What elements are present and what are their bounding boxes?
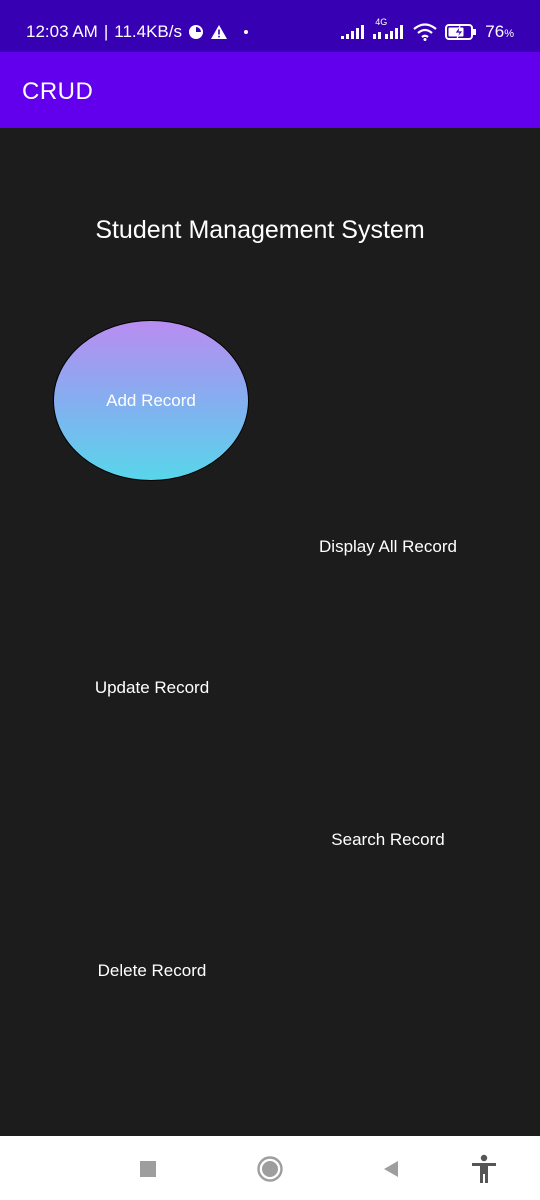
- network-speed: 11.4KB/s: [114, 22, 182, 41]
- main-content: Student Management System Add Record Dis…: [0, 128, 540, 1136]
- search-record-button[interactable]: Search Record: [300, 827, 476, 853]
- status-left: 12:03 AM | 11.4KB/s: [26, 22, 248, 42]
- page-heading: Student Management System: [95, 216, 425, 244]
- battery-level: 76%: [485, 22, 514, 42]
- update-record-button[interactable]: Update Record: [60, 675, 244, 701]
- battery-percent-suffix: %: [504, 28, 514, 40]
- app-title: CRUD: [22, 78, 94, 105]
- dot-icon: [243, 30, 248, 34]
- home-icon[interactable]: [255, 1154, 285, 1184]
- add-record-button[interactable]: Add Record: [53, 320, 249, 481]
- signal-4g-icon: 4G: [373, 17, 405, 39]
- accessibility-icon[interactable]: [469, 1154, 499, 1184]
- back-icon[interactable]: [376, 1154, 406, 1184]
- signal-icon: [341, 25, 365, 39]
- status-right: 4G 76%: [341, 17, 514, 42]
- status-time: 12:03 AM: [26, 22, 98, 41]
- battery-percent: 76: [485, 22, 505, 41]
- recents-icon[interactable]: [133, 1154, 163, 1184]
- warning-icon: [210, 24, 228, 40]
- status-bar: 12:03 AM | 11.4KB/s 4G 76%: [0, 0, 540, 52]
- network-type: 4G: [375, 17, 388, 27]
- add-record-label: Add Record: [106, 390, 196, 410]
- delete-record-button[interactable]: Delete Record: [60, 958, 244, 984]
- wifi-icon: [413, 23, 437, 41]
- display-all-record-button[interactable]: Display All Record: [300, 534, 476, 560]
- app-bar: CRUD: [0, 52, 540, 128]
- battery-charging-icon: [445, 23, 477, 41]
- status-separator: |: [103, 22, 109, 41]
- navigation-bar: [0, 1136, 540, 1200]
- data-saver-icon: [188, 24, 204, 40]
